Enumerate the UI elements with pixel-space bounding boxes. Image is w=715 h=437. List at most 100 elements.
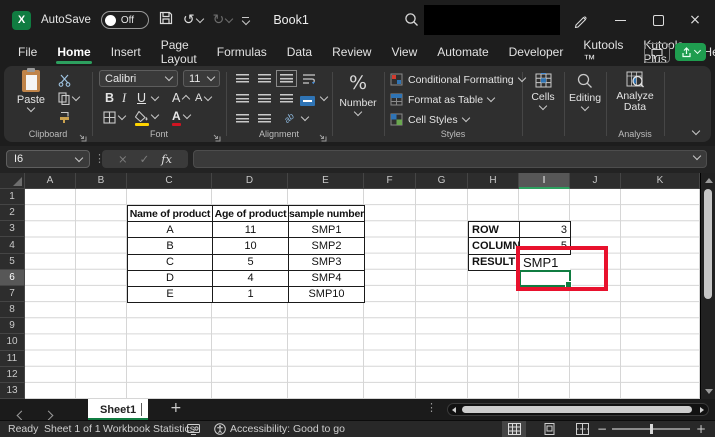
- table-cell[interactable]: 5: [212, 254, 288, 270]
- row-header-8[interactable]: 8: [0, 302, 25, 318]
- table-cell[interactable]: 10: [212, 237, 288, 253]
- tab-review[interactable]: Review: [322, 40, 381, 64]
- table-cell[interactable]: B: [127, 237, 212, 253]
- table-cell[interactable]: SMP4: [288, 270, 364, 286]
- scroll-up-arrow[interactable]: [705, 178, 713, 183]
- wrap-text-icon[interactable]: [302, 72, 316, 90]
- display-settings-icon[interactable]: [187, 421, 200, 437]
- column-header-G[interactable]: G: [416, 173, 468, 189]
- decrease-font-button[interactable]: A: [195, 92, 211, 104]
- font-color-button[interactable]: A: [172, 109, 190, 123]
- spreadsheet-grid[interactable]: ABCDEFGHIJK12345678910111213Name of prod…: [0, 173, 700, 399]
- row-header-4[interactable]: 4: [0, 237, 25, 253]
- normal-view-button[interactable]: [502, 421, 526, 437]
- align-top-icon[interactable]: [236, 74, 249, 83]
- tab-page-layout[interactable]: Page Layout: [151, 40, 207, 64]
- lookup-label-cell[interactable]: ROW: [468, 221, 519, 237]
- maximize-button[interactable]: [643, 0, 673, 40]
- close-button[interactable]: ×: [680, 0, 710, 40]
- editing-button[interactable]: Editing: [564, 73, 606, 110]
- row-header-11[interactable]: 11: [0, 351, 25, 367]
- font-name-select[interactable]: Calibri: [99, 70, 178, 87]
- workbook-statistics-button[interactable]: Workbook Statistics: [103, 421, 195, 437]
- cut-button[interactable]: [58, 74, 71, 87]
- row-header-1[interactable]: 1: [0, 189, 25, 205]
- select-all-button[interactable]: [0, 173, 25, 189]
- horizontal-scroll-thumb[interactable]: [462, 406, 692, 413]
- chevron-down-icon[interactable]: [195, 14, 203, 22]
- row-header-10[interactable]: 10: [0, 334, 25, 350]
- column-header-K[interactable]: K: [621, 173, 700, 189]
- table-cell[interactable]: 11: [212, 221, 288, 237]
- minimize-button[interactable]: [605, 0, 635, 40]
- column-header-I[interactable]: I: [519, 173, 570, 189]
- cancel-icon[interactable]: ×: [118, 152, 128, 166]
- page-layout-view-button[interactable]: [537, 421, 561, 437]
- borders-button[interactable]: [103, 111, 125, 124]
- share-button[interactable]: [675, 43, 706, 61]
- formula-input[interactable]: [193, 150, 707, 168]
- redo-button[interactable]: ↻: [213, 12, 233, 28]
- zoom-out-button[interactable]: −: [597, 421, 607, 437]
- tab-kutools[interactable]: Kutools ™: [573, 40, 633, 64]
- tab-data[interactable]: Data: [277, 40, 322, 64]
- search-icon[interactable]: [404, 12, 419, 32]
- column-header-E[interactable]: E: [288, 173, 364, 189]
- decrease-indent-icon[interactable]: [236, 114, 249, 123]
- scroll-right-arrow[interactable]: [700, 407, 704, 413]
- underline-options-chevron[interactable]: [151, 93, 159, 101]
- table-cell[interactable]: SMP2: [288, 237, 364, 253]
- chevron-down-icon[interactable]: [320, 93, 328, 101]
- format-as-table-button[interactable]: Format as Table: [390, 93, 494, 106]
- chevron-down-icon[interactable]: [301, 113, 309, 121]
- copy-button[interactable]: [58, 92, 79, 105]
- merge-center-icon[interactable]: [300, 96, 315, 106]
- italic-button[interactable]: I: [122, 91, 126, 106]
- accessibility-status[interactable]: Accessibility: Good to go: [214, 421, 345, 437]
- tab-file[interactable]: File: [8, 40, 47, 64]
- table-header-cell[interactable]: Name of product: [127, 205, 212, 221]
- font-size-select[interactable]: 11: [183, 70, 220, 87]
- excel-logo-icon[interactable]: X: [12, 11, 31, 30]
- cell-styles-button[interactable]: Cell Styles: [390, 113, 469, 126]
- alignment-dialog-launcher[interactable]: [318, 129, 327, 138]
- row-header-7[interactable]: 7: [0, 286, 25, 302]
- increase-font-button[interactable]: A: [172, 91, 189, 105]
- table-cell[interactable]: E: [127, 286, 212, 302]
- row-header-13[interactable]: 13: [0, 383, 25, 399]
- column-header-F[interactable]: F: [364, 173, 416, 189]
- autosave-toggle[interactable]: Off: [101, 11, 149, 29]
- clipboard-dialog-launcher[interactable]: [78, 129, 87, 138]
- vertical-scrollbar[interactable]: [700, 173, 715, 399]
- row-header-5[interactable]: 5: [0, 254, 25, 270]
- align-middle-icon[interactable]: [258, 74, 271, 83]
- font-dialog-launcher[interactable]: [212, 129, 221, 138]
- table-header-cell[interactable]: Age of product: [212, 205, 288, 221]
- table-cell[interactable]: C: [127, 254, 212, 270]
- row-header-6[interactable]: 6: [0, 270, 25, 286]
- table-header-cell[interactable]: sample number: [288, 205, 364, 221]
- format-painter-button[interactable]: [58, 111, 71, 124]
- collapse-ribbon-chevron[interactable]: [692, 127, 700, 135]
- column-header-C[interactable]: C: [127, 173, 212, 189]
- fill-color-button[interactable]: [135, 109, 158, 123]
- number-format-button[interactable]: % Number: [332, 72, 384, 115]
- bold-button[interactable]: B: [105, 91, 114, 105]
- cells-button[interactable]: Cells: [522, 73, 564, 109]
- result-label-cell[interactable]: RESULT: [468, 255, 520, 271]
- underline-button[interactable]: U: [137, 91, 146, 105]
- table-cell[interactable]: 1: [212, 286, 288, 302]
- lookup-label-cell[interactable]: COLUMN: [468, 237, 519, 253]
- save-icon[interactable]: [159, 11, 173, 30]
- pen-ink-icon[interactable]: [573, 12, 589, 33]
- column-header-A[interactable]: A: [25, 173, 76, 189]
- tab-automate[interactable]: Automate: [427, 40, 498, 64]
- scroll-down-arrow[interactable]: [705, 389, 713, 394]
- insert-function-icon[interactable]: fx: [161, 152, 172, 166]
- customize-qat-button[interactable]: [242, 17, 249, 24]
- zoom-in-button[interactable]: +: [696, 421, 706, 437]
- column-header-D[interactable]: D: [212, 173, 288, 189]
- table-cell[interactable]: 4: [212, 270, 288, 286]
- scrollbar-options-dots[interactable]: ⋮: [426, 401, 437, 414]
- table-cell[interactable]: A: [127, 221, 212, 237]
